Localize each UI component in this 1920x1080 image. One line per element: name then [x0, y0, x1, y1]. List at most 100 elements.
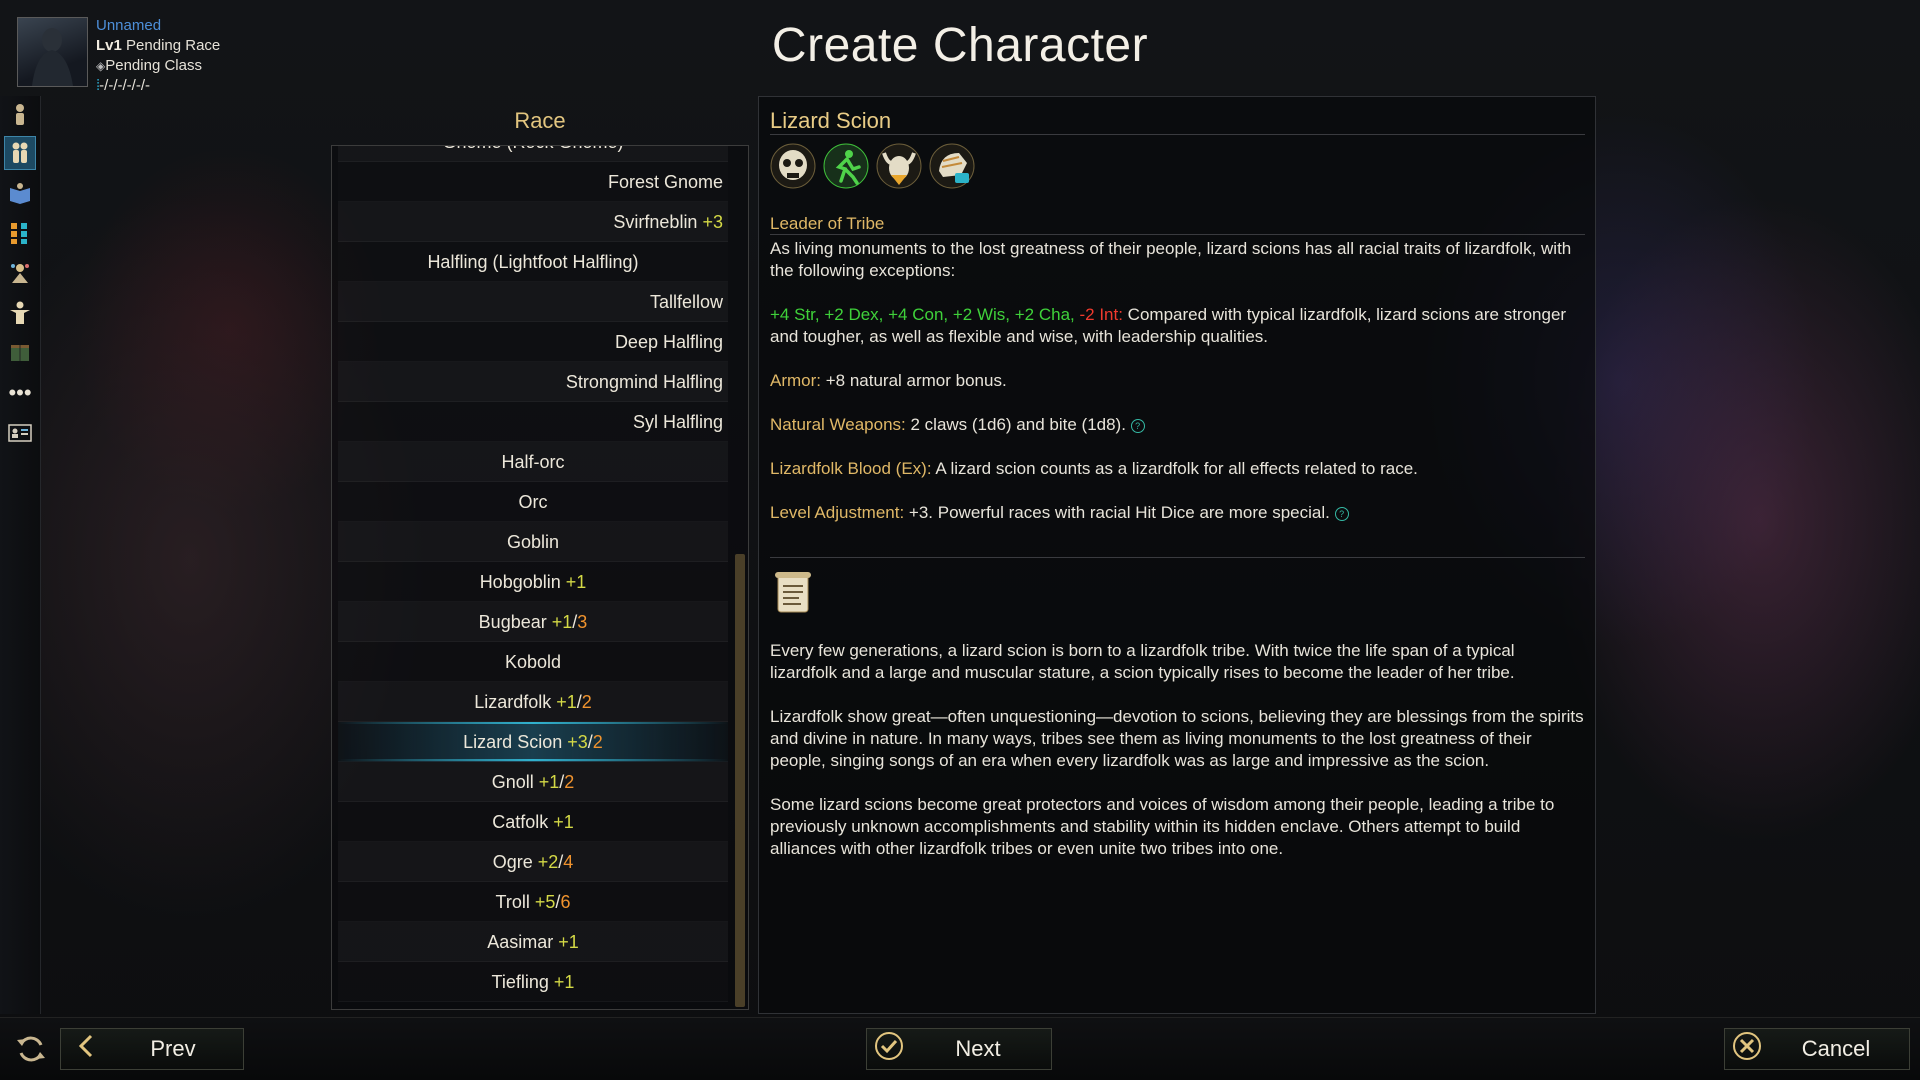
race-row[interactable]: Tallfellow — [338, 282, 728, 322]
subhead-divider — [770, 234, 1585, 235]
race-name: Troll — [495, 892, 530, 912]
feats-icon[interactable] — [4, 296, 36, 330]
race-level-adjustment: +3 — [702, 212, 723, 232]
race-hit-dice: 4 — [563, 852, 574, 872]
race-list[interactable]: Gnome (Rock Gnome) Forest Gnome Svirfnebli… — [331, 145, 749, 1010]
race-name: Syl Halfling — [632, 412, 723, 432]
race-row[interactable]: Tiefling +1 — [338, 962, 728, 1002]
race-hit-dice: 2 — [564, 772, 575, 792]
race-level-adjustment: +1 — [553, 972, 575, 992]
race-row[interactable]: Orc — [338, 482, 728, 522]
lore-paragraph: Every few generations, a lizard scion is… — [770, 641, 1515, 682]
race-name: Hobgoblin — [479, 572, 561, 592]
race-row[interactable]: Hobgoblin +1 — [338, 562, 728, 602]
race-name: Svirfneblin — [613, 212, 698, 232]
race-row[interactable]: Ogre +2/4 — [338, 842, 728, 882]
race-name: Goblin — [506, 532, 560, 552]
race-list-rows: Gnome (Rock Gnome) Forest Gnome Svirfnebli… — [338, 146, 728, 1002]
race-name: Half-orc — [501, 452, 565, 472]
race-hit-dice: 2 — [592, 732, 603, 752]
race-traits-text: As living monuments to the lost greatnes… — [770, 238, 1585, 546]
weapons-text: 2 claws (1d6) and bite (1d8). — [905, 415, 1126, 434]
close-icon — [1731, 1030, 1763, 1068]
class-book-icon[interactable] — [4, 176, 36, 210]
race-row[interactable]: Svirfneblin +3 — [338, 202, 728, 242]
skills-icon[interactable] — [4, 256, 36, 290]
lore-paragraph: Some lizard scions become great protecto… — [770, 795, 1555, 858]
refresh-icon[interactable] — [14, 1032, 48, 1066]
race-detail-title: Lizard Scion — [770, 108, 892, 133]
running-figure-icon[interactable] — [823, 143, 869, 189]
race-level-adjustment: +2 — [537, 852, 559, 872]
race-name: Gnome (Rock Gnome) — [442, 146, 623, 152]
armor-glove-icon[interactable] — [929, 143, 975, 189]
character-icon[interactable] — [4, 98, 36, 132]
race-level-adjustment: +5 — [534, 892, 556, 912]
weapons-help-icon[interactable]: ? — [1130, 418, 1145, 433]
race-name: Catfolk — [492, 812, 549, 832]
race-row[interactable]: Gnome (Rock Gnome) — [338, 146, 728, 162]
race-name: Bugbear — [478, 612, 547, 632]
race-name: Forest Gnome — [607, 172, 723, 192]
stat-penalty: -2 Int: — [1079, 305, 1123, 324]
race-row[interactable]: Troll +5/6 — [338, 882, 728, 922]
stat-bonus: +4 Str, +2 Dex, +4 Con, +2 Wis, +2 Cha, — [770, 305, 1075, 324]
spellbook-icon[interactable] — [4, 336, 36, 370]
prev-label: Prev — [150, 1036, 196, 1061]
race-name: Halfling (Lightfoot Halfling) — [427, 252, 639, 272]
horned-helm-icon[interactable] — [876, 143, 922, 189]
race-level-adjustment: +1 — [551, 612, 573, 632]
race-row[interactable]: Kobold — [338, 642, 728, 682]
race-row[interactable]: Forest Gnome — [338, 162, 728, 202]
weapons-label: Natural Weapons: — [770, 415, 906, 434]
race-row[interactable]: Bugbear +1/3 — [338, 602, 728, 642]
more-icon[interactable]: ••• — [4, 376, 36, 410]
race-row[interactable]: Aasimar +1 — [338, 922, 728, 962]
race-lore: Every few generations, a lizard scion is… — [770, 640, 1585, 882]
race-level-adjustment: +1 — [565, 572, 587, 592]
abilities-grid-icon[interactable] — [4, 216, 36, 250]
race-icon[interactable] — [4, 136, 36, 170]
race-name: Lizard Scion — [463, 732, 563, 752]
race-row[interactable]: Catfolk +1 — [338, 802, 728, 842]
armor-text: +8 natural armor bonus. — [821, 371, 1007, 390]
level-adjustment-label: Level Adjustment: — [770, 503, 905, 522]
race-level-adjustment: +1 — [558, 932, 579, 952]
race-hit-dice: 6 — [560, 892, 571, 912]
race-subheading: Leader of Tribe — [770, 214, 885, 233]
armor-trait: Armor: +8 natural armor bonus. — [770, 370, 1585, 392]
race-name: Ogre — [492, 852, 533, 872]
race-panel-header: Race — [514, 108, 566, 133]
weapons-trait: Natural Weapons: 2 claws (1d6) and bite … — [770, 414, 1585, 436]
race-row-selected[interactable]: Lizard Scion +3/2 — [338, 722, 728, 762]
lizard-skull-icon[interactable] — [770, 143, 816, 189]
race-level-adjustment: +1 — [538, 772, 560, 792]
race-row[interactable]: Half-orc — [338, 442, 728, 482]
level-adjustment-help-icon[interactable]: ? — [1334, 506, 1349, 521]
race-name: Tallfellow — [649, 292, 723, 312]
race-row[interactable]: Gnoll +1/2 — [338, 762, 728, 802]
summary-card-icon[interactable] — [4, 416, 36, 450]
character-stats: -/-/-/-/-/- — [99, 77, 150, 94]
cancel-button[interactable]: Cancel — [1724, 1028, 1910, 1070]
prev-button[interactable]: Prev — [60, 1028, 244, 1070]
race-row[interactable]: Strongmind Halfling — [338, 362, 728, 402]
race-row[interactable]: Lizardfolk +1/2 — [338, 682, 728, 722]
title-divider — [770, 134, 1585, 135]
race-level-adjustment: +1 — [553, 812, 574, 832]
blood-label: Lizardfolk Blood (Ex): — [770, 459, 932, 478]
race-name: Kobold — [504, 652, 562, 672]
race-row[interactable]: Syl Halfling — [338, 402, 728, 442]
stat-adjustments: +4 Str, +2 Dex, +4 Con, +2 Wis, +2 Cha, … — [770, 304, 1585, 348]
trait-icons — [770, 143, 975, 189]
race-list-scrollbar[interactable] — [735, 554, 745, 1007]
level-adjustment-text: +3. Powerful races with racial Hit Dice … — [904, 503, 1330, 522]
race-hit-dice: 3 — [577, 612, 588, 632]
race-row[interactable]: Halfling (Lightfoot Halfling) — [338, 242, 728, 282]
race-row[interactable]: Goblin — [338, 522, 728, 562]
race-name: Orc — [518, 492, 548, 512]
race-intro: As living monuments to the lost greatnes… — [770, 239, 1572, 280]
race-row[interactable]: Deep Halfling — [338, 322, 728, 362]
next-button[interactable]: Next — [866, 1028, 1052, 1070]
lore-divider — [770, 557, 1585, 558]
